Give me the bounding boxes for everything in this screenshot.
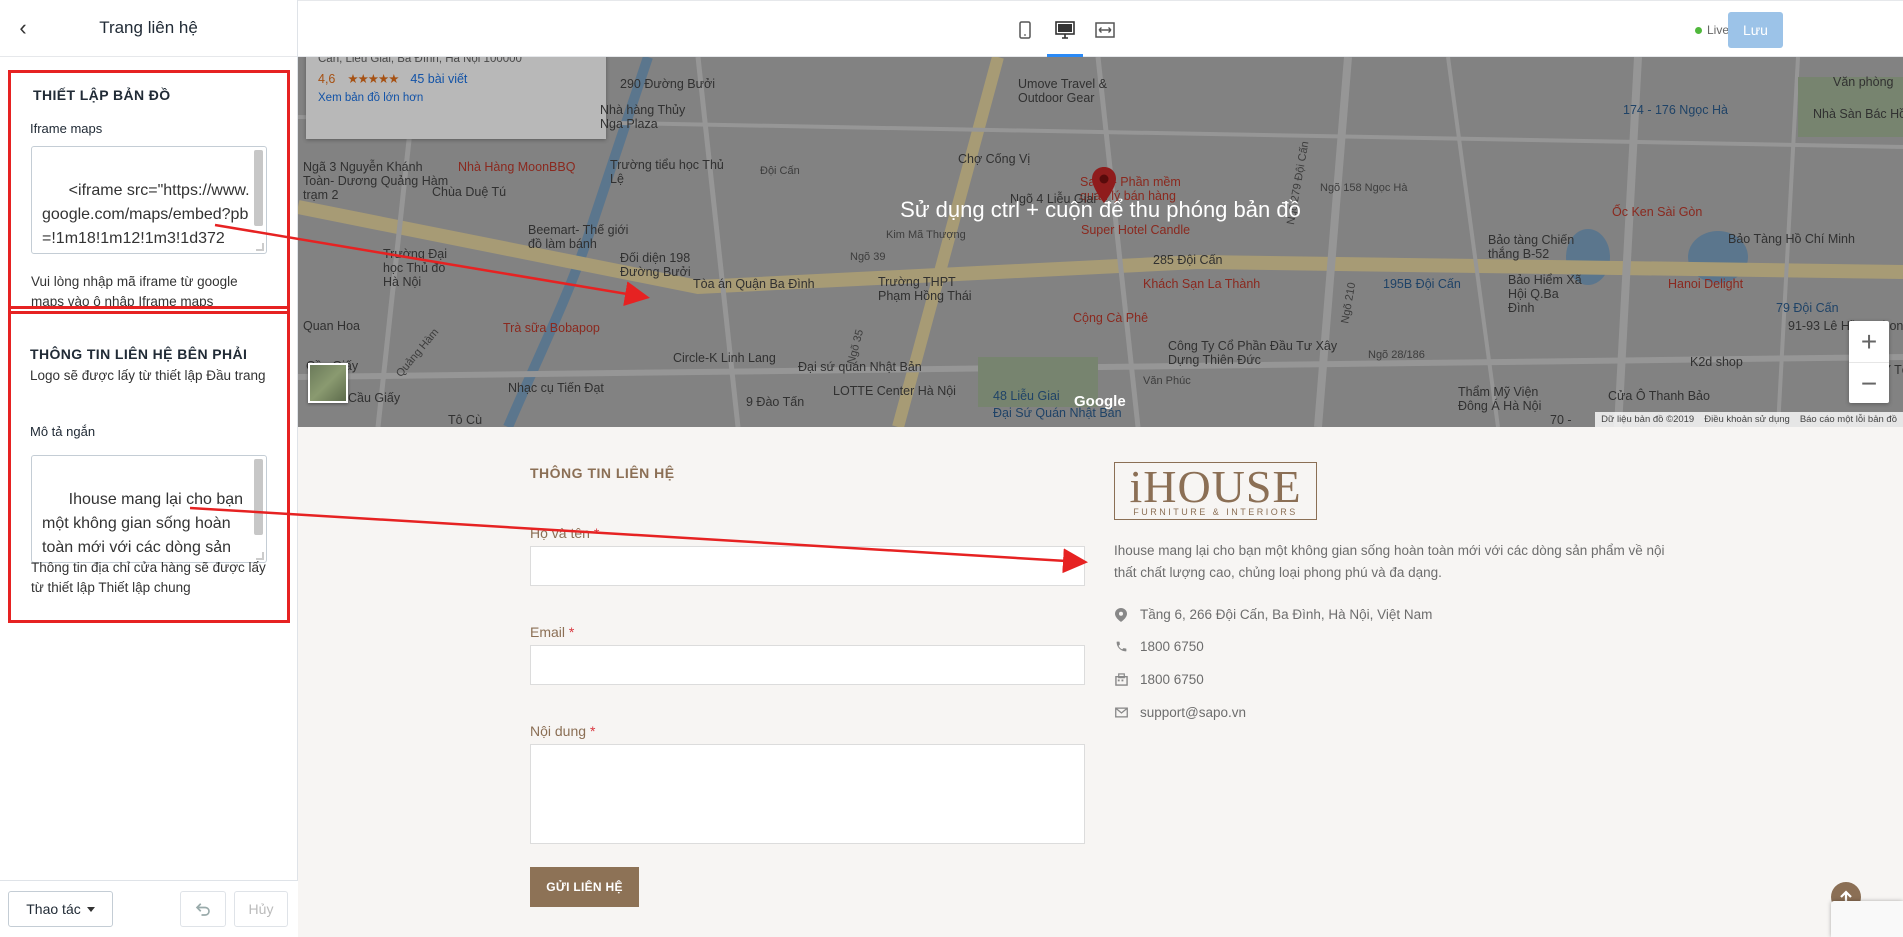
store-description: Ihouse mang lại cho bạn một không gian s… [1114,543,1665,580]
save-button[interactable]: Lưu [1728,12,1783,48]
back-arrow-icon[interactable]: ‹ [10,15,36,41]
undo-icon [195,903,210,916]
map-settings-panel: THIẾT LẬP BẢN ĐỒ Iframe maps <iframe src… [8,70,290,314]
sidebar-footer: Thao tác Hủy [0,880,298,937]
required-mark: * [593,525,600,541]
live-dot-icon [1694,26,1702,34]
name-input[interactable] [530,546,1085,586]
address-row: Tầng 6, 266 Đội Cấn, Ba Đình, Hà Nội, Vi… [1114,607,1432,622]
address-text: Tầng 6, 266 Đội Cấn, Ba Đình, Hà Nội, Vi… [1140,607,1433,622]
address-help-text: Thông tin địa chỉ cửa hàng sẽ được lấy t… [31,560,266,595]
envelope-icon [1114,706,1128,720]
map-data-credit: Dữ liệu bản đồ ©2019 [1601,414,1695,425]
email-row: support@sapo.vn [1114,705,1246,720]
iframe-maps-value: <iframe src="https://www.google.com/maps… [42,182,250,247]
iframe-maps-label: Iframe maps [30,121,103,136]
name-label-text: Họ và tên [530,525,590,541]
contact-info-panel: THÔNG TIN LIÊN HỆ BÊN PHẢI Logo sẽ được … [8,306,290,623]
fax-row: 1800 6750 [1114,672,1204,687]
logo-tagline: FURNITURE & INTERIORS [1133,507,1298,517]
desktop-device-icon[interactable] [1047,19,1083,57]
editor-sidebar: ‹ Trang liên hệ THIẾT LẬP BẢN ĐỒ Iframe … [0,0,298,937]
required-mark: * [568,624,575,640]
live-label: Live [1706,23,1729,37]
textarea-scrollbar[interactable] [254,459,263,535]
logo-note: Logo sẽ được lấy từ thiết lập Đầu trang [30,368,266,383]
phone-row: 1800 6750 [1114,639,1204,654]
editor-topbar: Live Lưu [298,0,1903,57]
email-label: Email * [530,624,574,640]
content-textarea[interactable] [530,744,1085,844]
caret-down-icon [86,906,95,912]
fax-text: 1800 6750 [1140,672,1204,687]
contact-info-heading: THÔNG TIN LIÊN HỆ BÊN PHẢI [30,346,248,362]
map-pin-icon [1114,607,1128,622]
email-input[interactable] [530,645,1085,685]
ihouse-logo: iHOUSE FURNITURE & INTERIORS [1114,462,1317,520]
send-contact-button[interactable]: GỬI LIÊN HỆ [530,867,639,907]
name-label: Họ và tên * [530,525,599,541]
device-switcher [1013,19,1117,57]
textarea-scrollbar[interactable] [254,150,263,226]
fax-icon [1114,673,1128,687]
satellite-toggle[interactable] [308,363,348,403]
recaptcha-badge[interactable] [1831,901,1903,937]
google-map[interactable]: Cấn, Liễu Giai, Ba Đình, Hà Nội 100000 4… [298,57,1903,427]
mobile-device-icon[interactable] [1013,19,1037,41]
map-scroll-overlay [298,57,1903,427]
logo-wordmark: iHOUSE [1129,461,1302,512]
zoom-in-button[interactable]: + [1849,321,1889,362]
report-error-link[interactable]: Báo cáo một lỗi bản đồ [1800,414,1897,425]
short-desc-value: Ihouse mang lại cho bạn một không gian s… [42,491,244,556]
email-text: support@sapo.vn [1140,705,1247,720]
page-preview: Cấn, Liễu Giai, Ba Đình, Hà Nội 100000 4… [298,57,1903,937]
map-attribution: Dữ liệu bản đồ ©2019 Điều khoản sử dụng … [1595,412,1903,427]
content-label: Nội dung * [530,723,595,739]
phone-text: 1800 6750 [1140,639,1204,654]
sidebar-title: Trang liên hệ [99,18,198,37]
live-status: Live [1694,23,1729,37]
short-desc-label: Mô tả ngắn [30,424,96,439]
map-settings-heading: THIẾT LẬP BẢN ĐỒ [33,87,171,103]
email-label-text: Email [530,624,566,640]
zoom-control: + − [1849,321,1889,403]
terms-link[interactable]: Điều khoản sử dụng [1704,414,1790,425]
contact-form-title: THÔNG TIN LIÊN HỆ [530,465,675,481]
contact-section: THÔNG TIN LIÊN HỆ Họ và tên * Email * Nộ… [298,427,1903,937]
short-desc-textarea[interactable]: Ihouse mang lại cho bạn một không gian s… [31,455,267,563]
iframe-maps-textarea[interactable]: <iframe src="https://www.google.com/maps… [31,146,267,254]
map-zoom-message: Sử dụng ctrl + cuộn để thu phóng bản đồ [900,197,1301,222]
content-label-text: Nội dung [530,723,587,739]
google-logo: Google [1074,393,1126,410]
undo-button[interactable] [180,891,226,927]
fullwidth-device-icon[interactable] [1093,19,1117,41]
resize-handle-icon[interactable] [256,243,264,251]
cancel-button[interactable]: Hủy [234,891,288,927]
zoom-out-button[interactable]: − [1849,363,1889,404]
actions-dropdown-button[interactable]: Thao tác [8,891,113,927]
phone-icon [1114,640,1128,654]
required-mark: * [589,723,596,739]
actions-label: Thao tác [26,901,81,917]
sidebar-header: ‹ Trang liên hệ [0,0,297,57]
